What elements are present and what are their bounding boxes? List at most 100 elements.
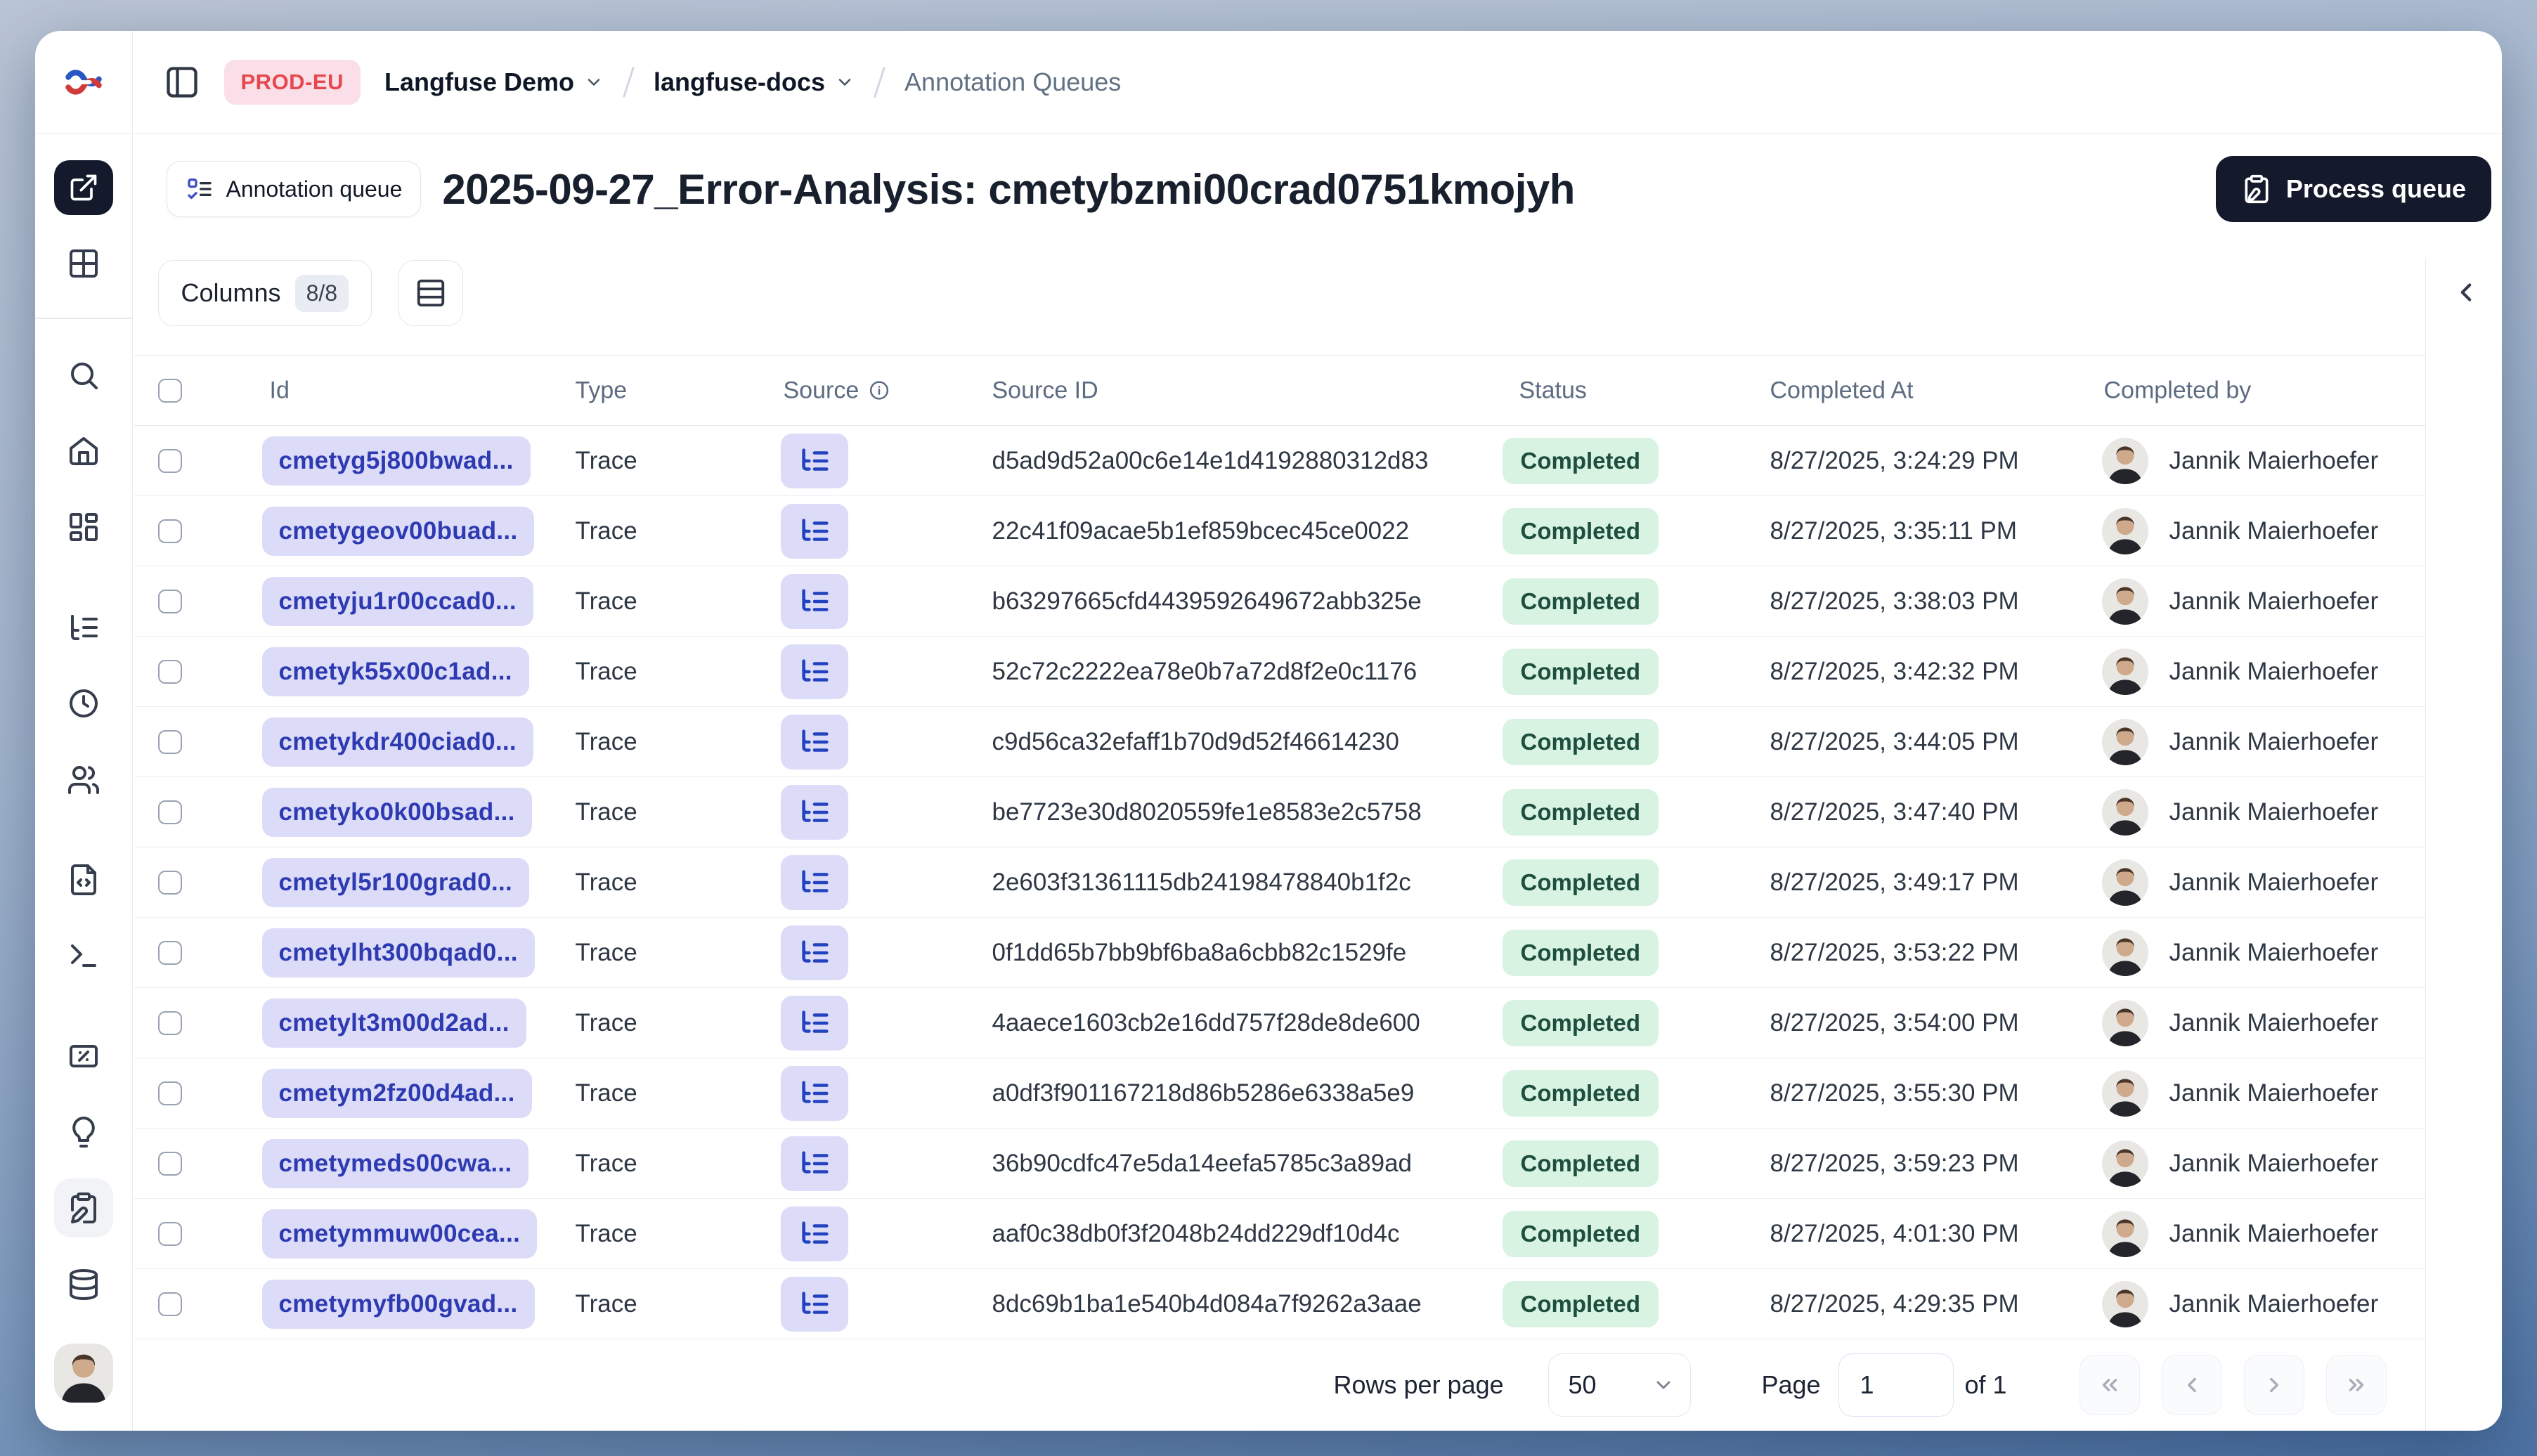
database-icon[interactable] [54,1255,113,1314]
clock-icon[interactable] [54,674,113,733]
row-source-id: 52c72c2222ea78e0b7a72d8f2e0c1176 [992,657,1417,685]
dashboard-icon[interactable] [54,498,113,557]
users-icon[interactable] [54,750,113,810]
list-tree-icon [801,588,829,611]
column-header-completed-by[interactable]: Completed by [2104,377,2252,404]
column-header-id[interactable]: Id [270,377,290,404]
org-selector[interactable]: Langfuse Demo [384,67,604,97]
row-checkbox[interactable] [157,870,182,895]
row-id-badge[interactable]: cmetym2fz00d4ad... [261,1068,532,1118]
row-status-badge: Completed [1502,437,1659,484]
lightbulb-icon[interactable] [54,1103,113,1162]
column-header-type[interactable]: Type [576,377,628,404]
column-header-status[interactable]: Status [1519,377,1587,404]
row-id-badge[interactable]: cmetyk55x00c1ad... [261,646,529,696]
row-completed-at: 8/27/2025, 3:55:30 PM [1770,1079,2019,1107]
collapse-panel-button[interactable] [2445,271,2487,313]
terminal-icon[interactable] [54,926,113,985]
source-trace-button[interactable] [780,1276,848,1332]
table-row: cmetylt3m00d2ad... Trace 4aaece1603cb2e1… [134,988,2425,1058]
row-checkbox[interactable] [157,1292,182,1316]
source-trace-button[interactable] [780,503,848,559]
next-page-button[interactable] [2243,1355,2304,1415]
user-avatar[interactable] [54,1344,113,1403]
page-label: Page [1761,1370,1821,1399]
source-trace-button[interactable] [780,433,848,488]
row-id-badge[interactable]: cmetymyfb00gvad... [261,1279,535,1329]
source-trace-button[interactable] [780,644,848,699]
project-selector[interactable]: langfuse-docs [654,67,855,97]
row-id-badge[interactable]: cmetyl5r100grad0... [261,857,530,907]
list-tree-icon [801,1010,829,1033]
source-trace-button[interactable] [780,995,848,1051]
home-icon[interactable] [54,422,113,481]
row-checkbox[interactable] [157,940,182,965]
row-checkbox[interactable] [157,1010,182,1035]
row-type: Trace [575,1149,637,1177]
row-id-badge[interactable]: cmetyju1r00ccad0... [261,576,533,626]
row-id-badge[interactable]: cmetylht300bqad0... [261,928,535,977]
list-tree-icon [801,1080,829,1103]
source-trace-button[interactable] [780,1136,848,1191]
source-trace-button[interactable] [780,573,848,629]
row-id-badge[interactable]: cmetygeov00buad... [261,506,535,556]
row-checkbox[interactable] [157,448,182,473]
row-checkbox[interactable] [157,589,182,613]
row-checkbox[interactable] [157,519,182,543]
process-queue-button[interactable]: Process queue [2215,156,2491,222]
list-tree-icon[interactable] [54,598,113,657]
row-id-badge[interactable]: cmetykdr400ciad0... [261,717,533,767]
first-page-button[interactable] [2079,1355,2140,1415]
source-trace-button[interactable] [780,784,848,840]
row-status-badge: Completed [1502,1280,1659,1327]
previous-page-button[interactable] [2161,1355,2222,1415]
source-trace-button[interactable] [780,1065,848,1121]
source-trace-button[interactable] [780,925,848,980]
row-id-badge[interactable]: cmetymmuw00cea... [261,1209,538,1259]
row-type: Trace [575,1289,637,1318]
rows-per-page-select[interactable]: 50 [1547,1353,1691,1417]
row-checkbox[interactable] [157,659,182,684]
row-id-badge[interactable]: cmetymeds00cwa... [261,1138,529,1188]
breadcrumb-section: Annotation Queues [904,67,1122,96]
row-id-badge[interactable]: cmetylt3m00d2ad... [261,998,526,1048]
row-status-badge: Completed [1502,648,1659,695]
row-height-button[interactable] [398,260,464,326]
last-page-button[interactable] [2325,1355,2387,1415]
row-avatar [2101,578,2148,625]
row-id-badge[interactable]: cmetyko0k00bsad... [261,787,532,837]
select-all-checkbox[interactable] [157,378,182,403]
row-avatar [2101,999,2148,1046]
row-type: Trace [575,1219,637,1247]
row-status-badge: Completed [1502,929,1659,976]
row-completed-by: Jannik Maierhoefer [2169,1289,2379,1318]
column-header-source[interactable]: Source [784,377,890,404]
column-header-completed-at[interactable]: Completed At [1770,377,1914,404]
file-code-icon[interactable] [54,850,113,909]
row-checkbox[interactable] [157,1151,182,1176]
row-completed-at: 8/27/2025, 3:47:40 PM [1770,798,2019,826]
source-trace-button[interactable] [780,714,848,769]
row-source-id: b63297665cfd4439592649672abb325e [992,587,1422,615]
source-trace-button[interactable] [780,1206,848,1261]
source-trace-button[interactable] [780,854,848,910]
percent-card-icon[interactable] [54,1027,113,1086]
columns-button[interactable]: Columns 8/8 [157,260,372,326]
grid-icon[interactable] [54,234,113,293]
row-checkbox[interactable] [157,1221,182,1246]
row-id-badge[interactable]: cmetyg5j800bwad... [261,436,531,486]
page-number-input[interactable]: 1 [1838,1353,1954,1417]
page-count-label: of 1 [1964,1370,2007,1399]
search-icon[interactable] [54,346,113,405]
sidebar-toggle-icon[interactable] [164,64,200,100]
row-checkbox[interactable] [157,1081,182,1105]
row-checkbox[interactable] [157,729,182,754]
row-completed-at: 8/27/2025, 3:24:29 PM [1770,446,2019,474]
clipboard-pen-icon [2245,174,2269,204]
title-bar: Annotation queue 2025-09-27_Error-Analys… [166,156,2491,222]
clipboard-pen-icon[interactable] [54,1178,113,1237]
row-avatar [2101,1210,2148,1257]
external-link-icon[interactable] [54,160,113,215]
row-checkbox[interactable] [157,800,182,824]
column-header-source-id[interactable]: Source ID [992,377,1098,404]
